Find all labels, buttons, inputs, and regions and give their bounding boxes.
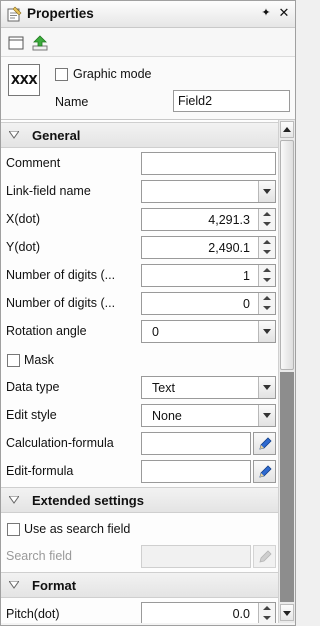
edit-style-label: Edit style [6,408,57,422]
digits2-spinner[interactable]: 0 [141,292,276,315]
pencil-icon [259,437,272,450]
vertical-scrollbar[interactable] [278,120,295,623]
data-type-label: Data type [6,380,60,394]
y-spinner[interactable]: 2,490.1 [141,236,276,259]
data-type-select[interactable]: Text [141,376,276,399]
chevron-down-icon[interactable] [258,405,275,426]
mask-label: Mask [24,353,54,367]
edit-style-select[interactable]: None [141,404,276,427]
edit-formula-edit-button[interactable] [253,460,276,483]
x-label: X(dot) [6,212,41,226]
object-preview: XXX [8,64,40,96]
toolbar [1,28,295,57]
comment-label: Comment [6,156,61,170]
object-frame-icon[interactable] [7,34,25,52]
section-format[interactable]: Format [1,572,278,598]
pin-icon[interactable]: ✦ [259,6,273,22]
pencil-icon [259,465,272,478]
section-extended-settings[interactable]: Extended settings [1,487,278,513]
properties-panel: Properties ✦ ✕ XXX Graphic mode Name Fie… [0,0,296,626]
chevron-down-icon[interactable] [258,321,275,342]
spin-buttons[interactable] [258,293,275,314]
title-bar[interactable]: Properties ✦ ✕ [1,1,295,28]
pitch-label: Pitch(dot) [6,607,60,621]
digits1-label: Number of digits (... [6,268,116,282]
object-header: XXX Graphic mode Name Field2 [1,57,295,119]
link-field-select[interactable] [141,180,276,203]
calc-formula-label: Calculation-formula [6,436,114,450]
use-as-search-field-label: Use as search field [24,522,131,536]
pencil-icon [259,550,272,563]
link-field-label: Link-field name [6,184,91,198]
close-icon[interactable]: ✕ [277,5,291,21]
scroll-thumb[interactable] [280,140,294,370]
section-title: Format [32,578,77,593]
x-spinner[interactable]: 4,291.3 [141,208,276,231]
chevron-down-icon[interactable] [258,181,275,202]
collapse-triangle-icon [9,581,19,589]
spin-buttons[interactable] [258,237,275,258]
spin-buttons[interactable] [258,209,275,230]
chevron-down-icon[interactable] [258,377,275,398]
graphic-mode-checkbox[interactable] [55,68,68,81]
spin-buttons[interactable] [258,603,275,623]
scroll-down-icon[interactable] [280,604,294,621]
section-general[interactable]: General [1,122,278,148]
x-value: 4,291.3 [208,213,250,227]
scroll-track[interactable] [280,372,294,602]
search-field-edit-button [253,545,276,568]
digits1-value: 1 [243,269,250,283]
name-input[interactable]: Field2 [173,90,290,112]
digits1-spinner[interactable]: 1 [141,264,276,287]
calc-formula-edit-button[interactable] [253,432,276,455]
collapse-triangle-icon [9,496,19,504]
use-as-search-field-checkbox[interactable] [7,523,20,536]
section-title: Extended settings [32,493,144,508]
section-title: General [32,128,81,143]
search-field-label: Search field [6,549,73,563]
graphic-mode-label: Graphic mode [73,67,152,81]
comment-input[interactable] [141,152,276,175]
property-grid: General Comment Link-field name X(dot) 4… [1,119,295,623]
edit-formula-input[interactable] [141,460,251,483]
panel-title: Properties [27,6,94,21]
scroll-up-icon[interactable] [280,121,294,138]
y-value: 2,490.1 [208,241,250,255]
pitch-value: 0.0 [232,607,250,621]
spin-buttons[interactable] [258,265,275,286]
properties-window-icon [7,6,22,22]
rotation-select[interactable]: 0 [141,320,276,343]
edit-formula-label: Edit-formula [6,464,74,478]
rotation-label: Rotation angle [6,324,87,338]
digits2-label: Number of digits (... [6,296,116,310]
add-green-arrow-icon[interactable] [31,34,49,52]
calc-formula-input[interactable] [141,432,251,455]
collapse-triangle-icon [9,131,19,139]
y-label: Y(dot) [6,240,41,254]
name-label: Name [55,95,89,109]
mask-checkbox[interactable] [7,354,20,367]
digits2-value: 0 [243,297,250,311]
search-field-input [141,545,251,568]
pitch-spinner[interactable]: 0.0 [141,602,276,623]
